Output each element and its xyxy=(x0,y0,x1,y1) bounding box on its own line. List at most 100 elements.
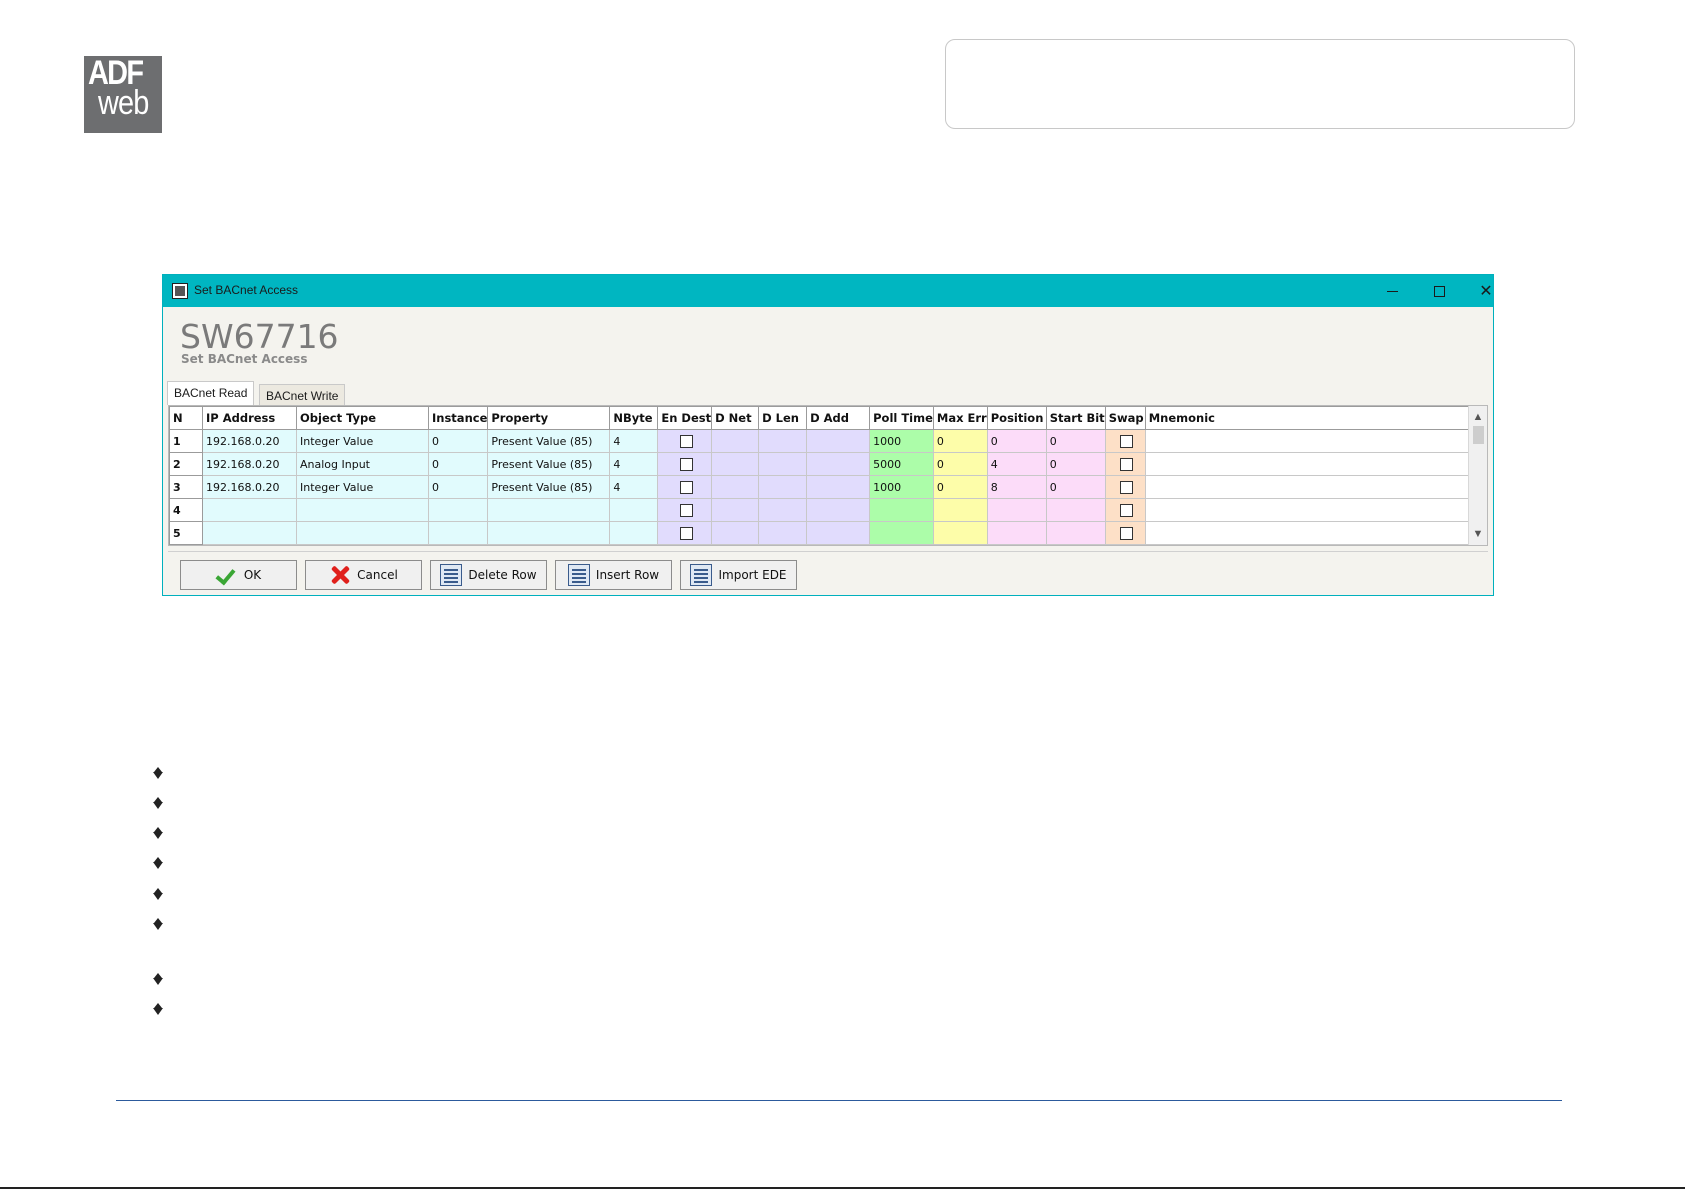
scroll-down-icon[interactable]: ▼ xyxy=(1469,525,1487,543)
row-number[interactable]: 4 xyxy=(169,498,203,522)
cell-ip-address[interactable]: 192.168.0.20 xyxy=(202,475,297,499)
cell-d-len[interactable] xyxy=(758,452,808,476)
cell-nbyte[interactable]: 4 xyxy=(609,452,659,476)
cell-d-net[interactable] xyxy=(711,429,760,453)
cell-object-type[interactable]: Integer Value xyxy=(296,475,429,499)
swap-checkbox[interactable] xyxy=(1120,503,1134,517)
cell-instance[interactable] xyxy=(427,498,489,522)
swap-checkbox[interactable] xyxy=(1120,457,1134,471)
cell-mnemonic[interactable] xyxy=(1144,475,1469,499)
insert-row-button[interactable]: Insert Row xyxy=(555,560,672,590)
cell-object-type[interactable] xyxy=(296,521,429,545)
row-number[interactable]: 1 xyxy=(169,429,203,453)
cell-poll-time[interactable]: 1000 xyxy=(869,475,934,499)
cell-d-net[interactable] xyxy=(711,452,760,476)
cell-instance[interactable]: 0 xyxy=(427,452,489,476)
en-dest-checkbox[interactable] xyxy=(679,480,693,494)
cell-property[interactable]: Present Value (85) xyxy=(487,475,611,499)
close-button[interactable]: ✕ xyxy=(1463,275,1509,307)
col-header-property[interactable]: Property xyxy=(487,406,611,430)
cell-d-add[interactable] xyxy=(806,452,871,476)
cell-d-len[interactable] xyxy=(758,498,808,522)
cell-d-add[interactable] xyxy=(806,498,871,522)
cell-poll-time[interactable]: 5000 xyxy=(869,452,934,476)
cell-ip-address[interactable]: 192.168.0.20 xyxy=(202,452,297,476)
import-ede-button[interactable]: Import EDE xyxy=(680,560,797,590)
col-header-d-add[interactable]: D Add xyxy=(806,406,871,430)
cell-poll-time[interactable] xyxy=(869,498,934,522)
cancel-button[interactable]: Cancel xyxy=(305,560,422,590)
cell-property[interactable]: Present Value (85) xyxy=(487,429,611,453)
cell-d-add[interactable] xyxy=(806,475,871,499)
col-header-ip-address[interactable]: IP Address xyxy=(202,406,297,430)
cell-d-net[interactable] xyxy=(711,521,760,545)
col-header-max-err[interactable]: Max Err xyxy=(932,406,988,430)
ok-button[interactable]: OK xyxy=(180,560,297,590)
col-header-nbyte[interactable]: NByte xyxy=(609,406,659,430)
cell-d-add[interactable] xyxy=(806,429,871,453)
row-number[interactable]: 3 xyxy=(169,475,203,499)
cell-nbyte[interactable] xyxy=(609,498,659,522)
cell-start-bit[interactable]: 0 xyxy=(1045,475,1106,499)
en-dest-checkbox[interactable] xyxy=(679,434,693,448)
cell-object-type[interactable]: Analog Input xyxy=(296,452,429,476)
col-header-d-net[interactable]: D Net xyxy=(711,406,760,430)
col-header-object-type[interactable]: Object Type xyxy=(296,406,429,430)
cell-start-bit[interactable]: 0 xyxy=(1045,429,1106,453)
cell-start-bit[interactable] xyxy=(1045,498,1106,522)
cell-d-net[interactable] xyxy=(711,498,760,522)
row-number[interactable]: 2 xyxy=(169,452,203,476)
col-header-start-bit[interactable]: Start Bit xyxy=(1045,406,1106,430)
cell-position[interactable]: 8 xyxy=(986,475,1047,499)
window-titlebar[interactable]: Set BACnet Access ✕ xyxy=(163,275,1493,307)
col-header-mnemonic[interactable]: Mnemonic xyxy=(1144,406,1469,430)
cell-instance[interactable] xyxy=(427,521,489,545)
cell-nbyte[interactable] xyxy=(609,521,659,545)
swap-checkbox[interactable] xyxy=(1120,434,1134,448)
cell-max-err[interactable] xyxy=(932,498,988,522)
col-header-instance[interactable]: Instance xyxy=(427,406,489,430)
en-dest-checkbox[interactable] xyxy=(679,503,693,517)
col-header-swap[interactable]: Swap xyxy=(1104,406,1146,430)
cell-object-type[interactable]: Integer Value xyxy=(296,429,429,453)
col-header-n[interactable]: N xyxy=(169,406,203,430)
col-header-position[interactable]: Position xyxy=(986,406,1047,430)
vertical-scrollbar[interactable]: ▲ ▼ xyxy=(1468,406,1487,545)
cell-instance[interactable]: 0 xyxy=(427,429,489,453)
cell-nbyte[interactable]: 4 xyxy=(609,429,659,453)
cell-start-bit[interactable] xyxy=(1045,521,1106,545)
cell-property[interactable] xyxy=(487,521,611,545)
col-header-poll-time[interactable]: Poll Time xyxy=(869,406,934,430)
row-number[interactable]: 5 xyxy=(169,521,203,545)
en-dest-checkbox[interactable] xyxy=(679,457,693,471)
delete-row-button[interactable]: Delete Row xyxy=(430,560,547,590)
cell-object-type[interactable] xyxy=(296,498,429,522)
maximize-button[interactable] xyxy=(1416,275,1462,307)
tab-bacnet-read[interactable]: BACnet Read xyxy=(167,381,255,405)
col-header-d-len[interactable]: D Len xyxy=(758,406,808,430)
cell-mnemonic[interactable] xyxy=(1144,429,1469,453)
swap-checkbox[interactable] xyxy=(1120,526,1134,540)
cell-d-add[interactable] xyxy=(806,521,871,545)
cell-d-len[interactable] xyxy=(758,429,808,453)
cell-mnemonic[interactable] xyxy=(1144,521,1469,545)
cell-instance[interactable]: 0 xyxy=(427,475,489,499)
cell-ip-address[interactable] xyxy=(202,498,297,522)
cell-max-err[interactable]: 0 xyxy=(932,475,988,499)
cell-position[interactable] xyxy=(986,521,1047,545)
cell-poll-time[interactable]: 1000 xyxy=(869,429,934,453)
cell-ip-address[interactable] xyxy=(202,521,297,545)
tab-bacnet-write[interactable]: BACnet Write xyxy=(259,384,346,406)
cell-d-len[interactable] xyxy=(758,475,808,499)
cell-position[interactable]: 4 xyxy=(986,452,1047,476)
minimize-button[interactable] xyxy=(1369,275,1415,307)
cell-poll-time[interactable] xyxy=(869,521,934,545)
cell-property[interactable]: Present Value (85) xyxy=(487,452,611,476)
en-dest-checkbox[interactable] xyxy=(679,526,693,540)
cell-mnemonic[interactable] xyxy=(1144,452,1469,476)
cell-ip-address[interactable]: 192.168.0.20 xyxy=(202,429,297,453)
scroll-up-icon[interactable]: ▲ xyxy=(1469,408,1487,426)
cell-property[interactable] xyxy=(487,498,611,522)
cell-max-err[interactable]: 0 xyxy=(932,429,988,453)
cell-start-bit[interactable]: 0 xyxy=(1045,452,1106,476)
